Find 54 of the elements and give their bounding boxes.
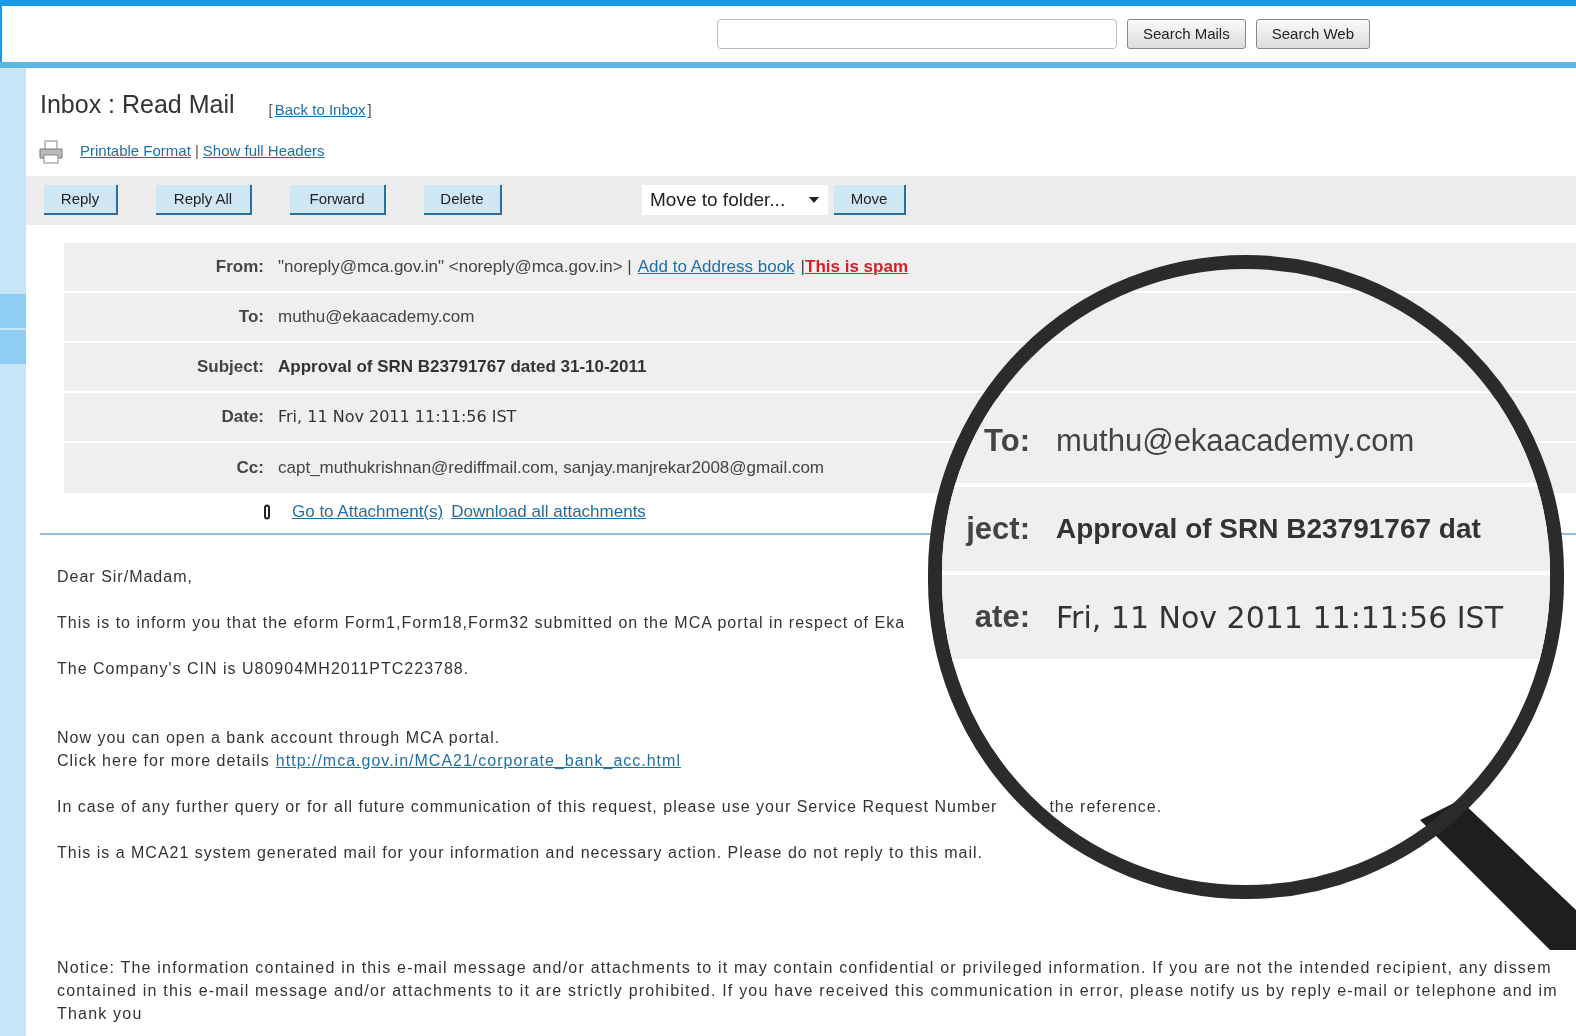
header-value: Fri, 11 Nov 2011 11:11:56 IST [278, 405, 517, 428]
magnified-value: muthu@ekaacademy.com [1056, 421, 1415, 460]
search-field[interactable] [717, 19, 1117, 49]
header-value: capt_muthukrishnan@rediffmail.com, sanjay.manjrekar2008@gmail.com [278, 456, 824, 479]
sidebar-tab[interactable] [0, 294, 26, 328]
bracket-text: ] [367, 100, 372, 120]
magnified-value: Approval of SRN B23791767 dat [1056, 512, 1481, 546]
spam-link[interactable]: This is spam [805, 253, 908, 280]
notice-text: Notice: The information contained in this e-mail message and/or attachments to it may contain confidential or privileged information. If you are not the intended recipient, any dissem [57, 957, 1553, 978]
forward-button[interactable]: Forward [290, 185, 386, 215]
body-text: the reference. [1049, 796, 1163, 817]
notice-text: contained in this e-mail message and/or attachments to it are strictly prohibited. If you have received this communication in error, please notify us by reply e-mail or telephone and im [57, 980, 1559, 1001]
magnified-label: To: [983, 421, 1031, 460]
body-text: This is a MCA21 system generated mail for your information and necessary action. Please do not reply to this mail. [57, 842, 983, 863]
body-text: Now you can open a bank account through MCA portal. [57, 727, 501, 748]
paperclip-icon [262, 503, 272, 520]
header-label: Cc: [235, 456, 265, 479]
header-value: Approval of SRN B23791767 dated 31-10-2011 [278, 355, 647, 378]
attachment-link[interactable]: Go to Attachment(s) [292, 498, 444, 525]
search-button[interactable]: Search Web [1255, 19, 1370, 49]
separator-text: | [194, 141, 199, 162]
reply-all-button[interactable]: Reply All [156, 185, 252, 215]
back-link[interactable]: Back to Inbox [274, 99, 366, 122]
headers-link[interactable]: Show full Headers [202, 140, 325, 163]
header-label: From: [214, 255, 265, 278]
header-value: muthu@ekaacademy.com [278, 305, 475, 328]
magnified-label: ate: [973, 597, 1031, 636]
bracket-text: [ [268, 100, 273, 120]
details-link[interactable]: http://mca.gov.in/MCA21/corporate_bank_acc.html [275, 748, 681, 772]
printer-icon [38, 139, 64, 164]
body-text: Dear Sir/Madam, [57, 566, 193, 587]
sidebar-tab[interactable] [0, 330, 26, 364]
address-book-link[interactable]: Add to Address book [637, 253, 795, 280]
body-text: The Company's CIN is U80904MH2011PTC223788. [57, 658, 470, 679]
header-label: Date: [220, 405, 265, 428]
page-title: Inbox : Read Mail [40, 89, 235, 120]
header-label: To: [237, 305, 265, 328]
header-value: "noreply@mca.gov.in" <noreply@mca.gov.in> | [278, 255, 632, 278]
magnified-label: ject: [964, 509, 1031, 548]
header-label: Subject: [195, 355, 265, 378]
search-button[interactable]: Search Mails [1127, 19, 1246, 49]
attachment-link[interactable]: Download all attachments [451, 498, 646, 525]
delete-button[interactable]: Delete [424, 185, 502, 215]
printable-link[interactable]: Printable Format [80, 140, 191, 163]
move-button[interactable]: Move [834, 185, 906, 215]
folder-select[interactable]: Move to folder... [642, 185, 828, 215]
caret-icon [808, 196, 820, 204]
body-text: In case of any further query or for all future communication of this request, please use your Service Request Number [57, 796, 998, 817]
body-text: This is to inform you that the eform Form1,Form18,Form32 submitted on the MCA portal in respect of Eka [57, 612, 906, 633]
reply-button[interactable]: Reply [44, 185, 118, 215]
body-text: Click here for more details [57, 750, 270, 771]
separator-text: | [800, 255, 805, 278]
magnified-value: Fri, 11 Nov 2011 11:11:56 IST [1056, 598, 1503, 637]
notice-text: Thank you [57, 1003, 144, 1024]
